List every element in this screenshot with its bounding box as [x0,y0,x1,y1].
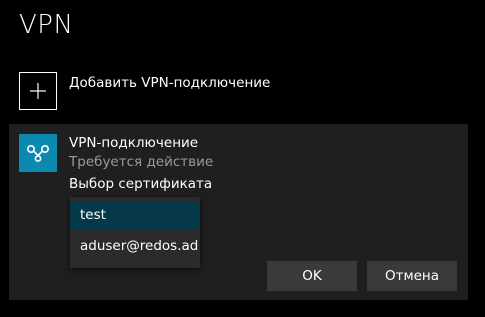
ok-button[interactable]: OK [267,261,357,291]
add-vpn-button[interactable] [19,72,57,110]
vpn-connection-card[interactable]: VPN-подключение Требуется действие Выбор… [9,124,468,300]
certificate-item-aduser[interactable]: aduser@redos.ad [70,232,200,261]
add-vpn-label[interactable]: Добавить VPN-подключение [69,74,270,92]
add-vpn-connection-row[interactable]: Добавить VPN-подключение [19,72,270,110]
cancel-button[interactable]: Отмена [367,261,457,291]
connection-name: VPN-подключение [69,135,199,151]
vpn-settings-page: VPN Добавить VPN-подключение VPN-подключ… [0,0,485,317]
certificate-prompt-label: Выбор сертификата [69,176,213,192]
connection-status: Требуется действие [69,154,214,170]
certificate-item-test[interactable]: test [70,201,200,230]
certificate-list[interactable]: test aduser@redos.ad [70,197,200,268]
page-title: VPN [19,10,74,40]
plus-icon [30,83,46,99]
vpn-icon [19,134,57,172]
